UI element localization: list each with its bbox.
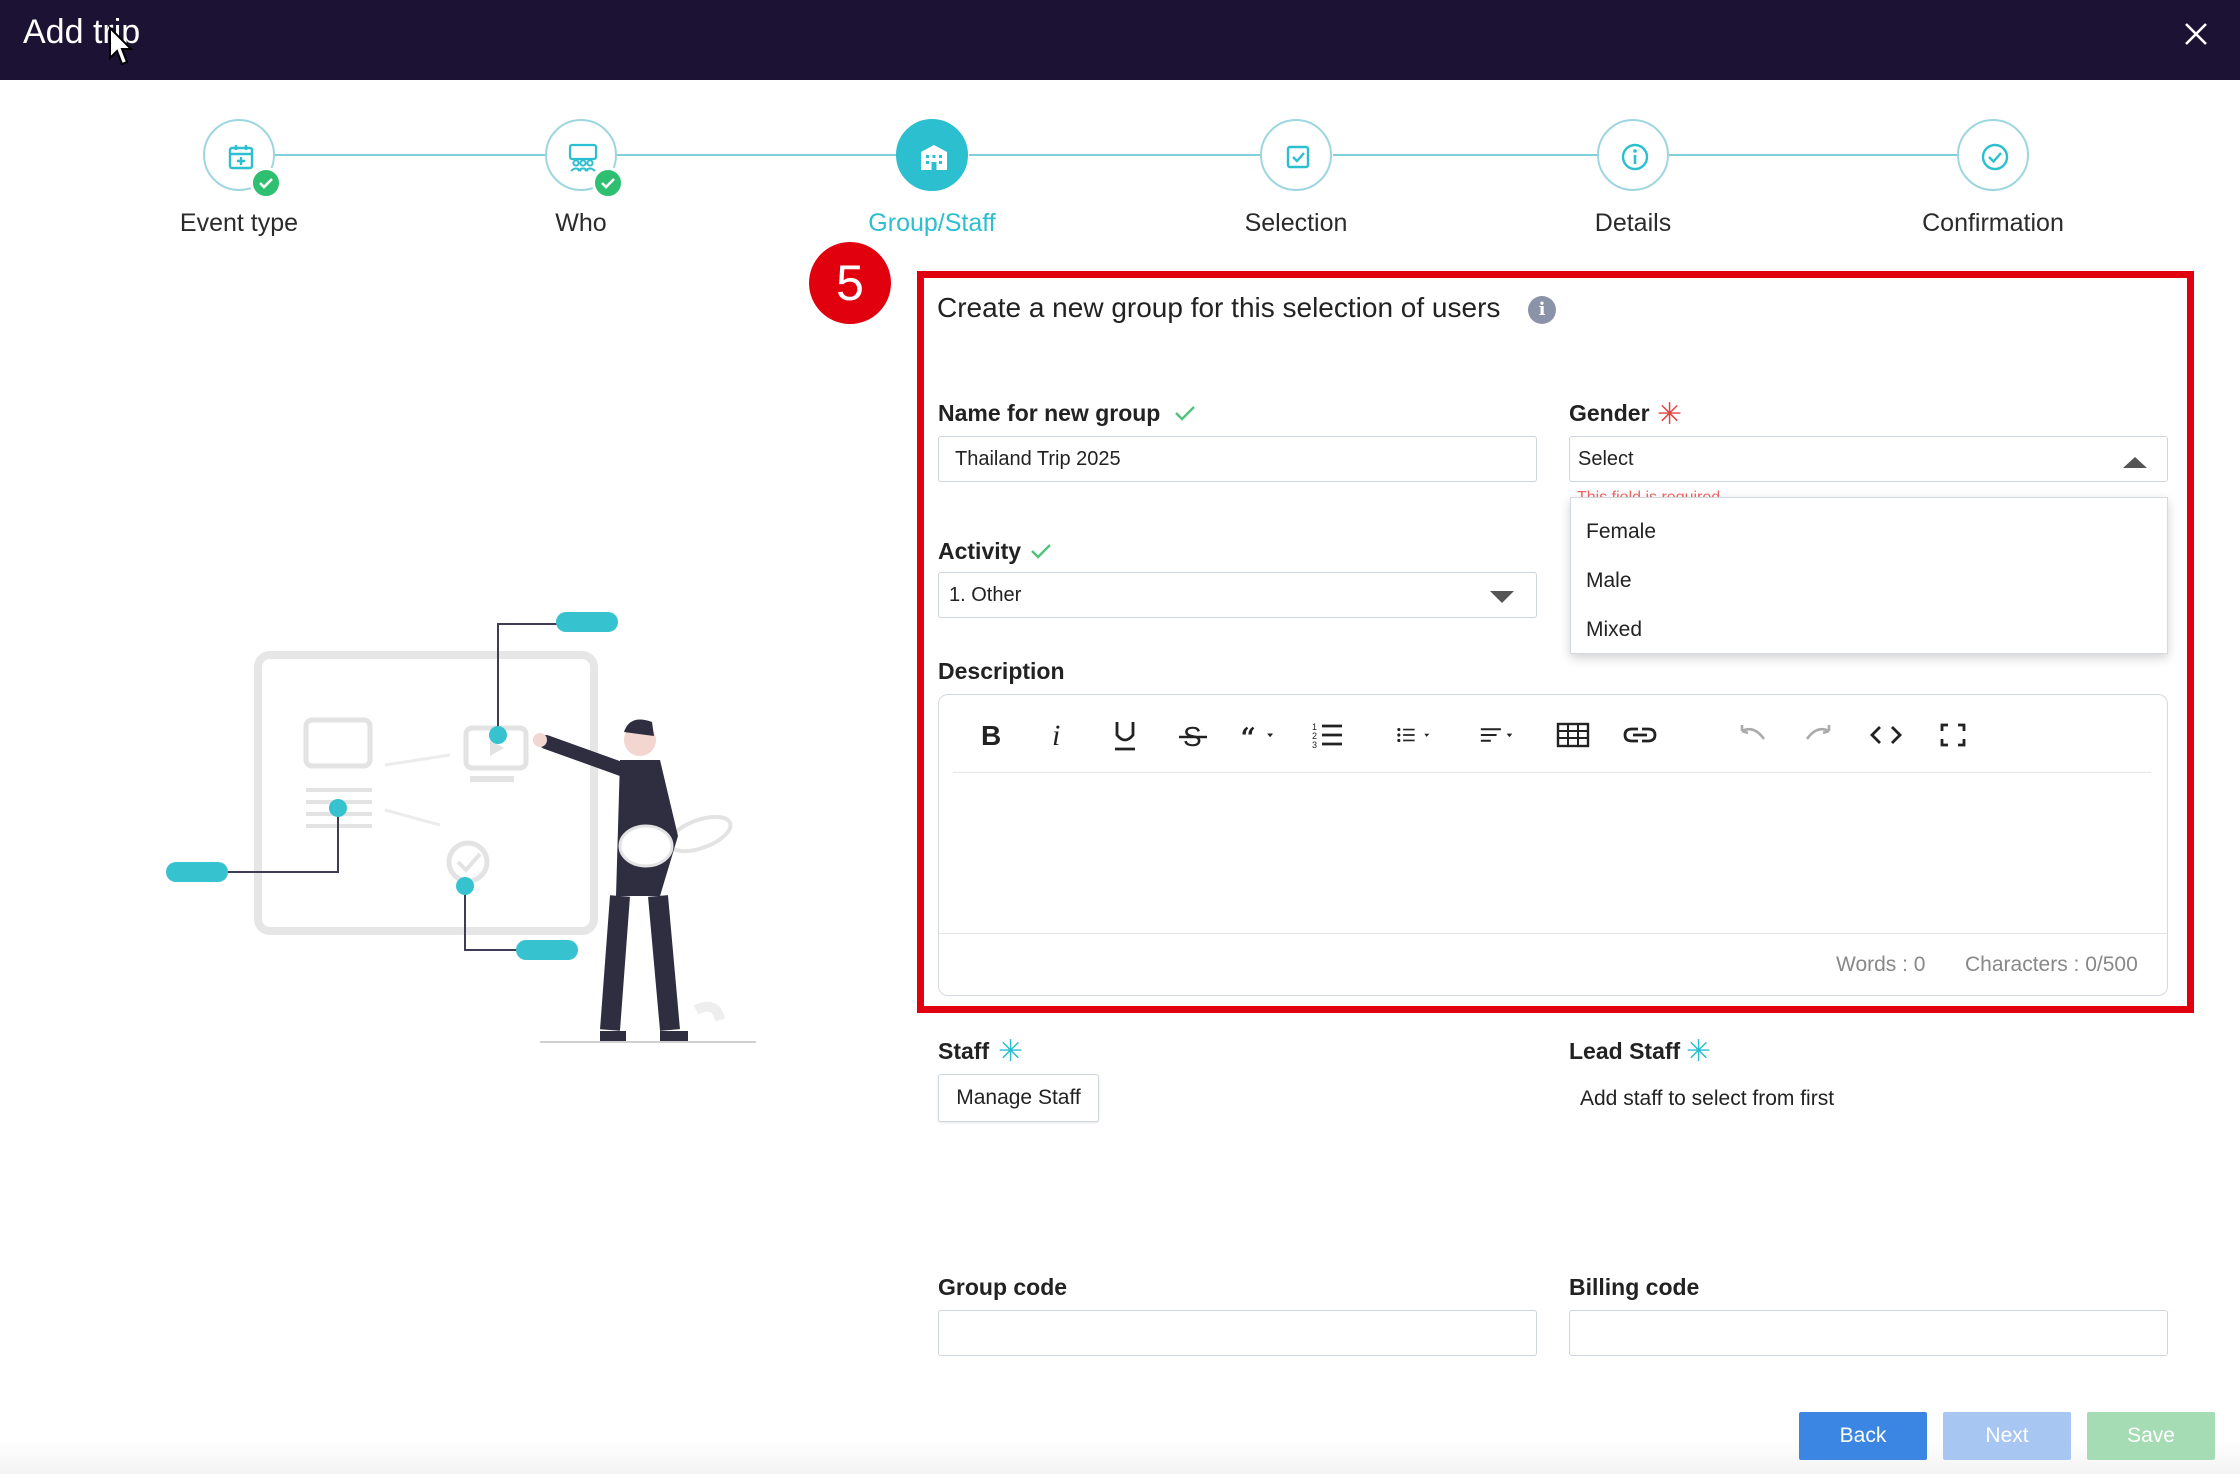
lead-staff-hint: Add staff to select from first xyxy=(1580,1087,1835,1110)
checkbox-icon xyxy=(1260,119,1332,191)
manage-staff-button[interactable]: Manage Staff xyxy=(938,1074,1099,1122)
mouse-cursor-icon xyxy=(108,25,134,68)
info-icon xyxy=(1597,119,1669,191)
svg-text:B: B xyxy=(981,720,1001,751)
gender-select-value: Select xyxy=(1578,448,1634,470)
align-icon[interactable] xyxy=(1478,717,1534,753)
activity-select[interactable]: 1. Other xyxy=(938,572,1537,618)
description-label: Description xyxy=(938,658,1065,684)
step-label: Group/Staff xyxy=(868,209,996,237)
next-button[interactable]: Next xyxy=(1943,1412,2071,1460)
italic-icon[interactable]: i xyxy=(1038,717,1078,753)
link-icon[interactable] xyxy=(1620,717,1660,753)
billing-code-input[interactable] xyxy=(1569,1310,2168,1356)
step-connector xyxy=(969,154,1261,156)
table-icon[interactable] xyxy=(1553,717,1593,753)
ordered-list-icon[interactable]: 123 xyxy=(1308,717,1348,753)
undo-icon[interactable] xyxy=(1732,717,1772,753)
gender-label: Gender xyxy=(1569,400,1650,426)
svg-text:3: 3 xyxy=(1312,740,1317,750)
activity-select-value: 1. Other xyxy=(949,584,1022,606)
step-connector xyxy=(1669,154,1957,156)
bold-icon[interactable]: B xyxy=(970,717,1010,753)
quote-icon[interactable]: “ xyxy=(1239,717,1293,754)
step-connector xyxy=(275,154,545,156)
strikethrough-icon[interactable]: S xyxy=(1173,717,1213,753)
step-label: Event type xyxy=(179,209,299,237)
step-done-check-icon xyxy=(250,167,282,199)
toolbar-divider xyxy=(953,772,2151,773)
group-code-label: Group code xyxy=(938,1274,1068,1300)
required-star-icon: ✳ xyxy=(998,1035,1024,1068)
step-label: Selection xyxy=(1244,209,1348,237)
editor-footer-divider xyxy=(939,933,2167,934)
group-name-input[interactable]: Thailand Trip 2025 xyxy=(938,436,1537,482)
title-bar: Add trip xyxy=(0,0,2240,80)
redo-icon[interactable] xyxy=(1799,717,1839,753)
svg-text:i: i xyxy=(1052,719,1060,752)
lead-staff-label: Lead Staff xyxy=(1569,1038,1681,1064)
trip-illustration xyxy=(160,600,760,1060)
gender-select[interactable]: Select xyxy=(1569,436,2168,482)
activity-label: Activity xyxy=(938,538,1022,564)
step-label: Confirmation xyxy=(1922,209,2064,237)
staff-label: Staff xyxy=(938,1038,990,1064)
bullet-list-icon[interactable] xyxy=(1394,717,1460,753)
save-button[interactable]: Save xyxy=(2087,1412,2215,1460)
billing-code-label: Billing code xyxy=(1569,1274,1700,1300)
step-number-badge: 5 xyxy=(809,242,891,324)
underline-icon[interactable] xyxy=(1105,717,1145,753)
step-connector xyxy=(1333,154,1597,156)
words-count: Words : 0 xyxy=(1836,953,1926,976)
step-connector xyxy=(617,154,897,156)
gender-option[interactable]: Mixed xyxy=(1586,618,1642,642)
required-star-icon: ✳ xyxy=(1657,398,1683,431)
characters-count: Characters : 0/500 xyxy=(1965,953,2138,976)
back-button[interactable]: Back xyxy=(1799,1412,1927,1460)
required-star-icon: ✳ xyxy=(1686,1035,1712,1068)
chevron-up-icon xyxy=(2123,457,2147,468)
group-code-input[interactable] xyxy=(938,1310,1537,1356)
check-circle-icon xyxy=(1957,119,2029,191)
section-title: Create a new group for this selection of… xyxy=(937,292,1501,323)
building-icon xyxy=(896,119,968,191)
gender-option[interactable]: Female xyxy=(1586,520,1656,544)
valid-check-icon xyxy=(1031,544,1051,559)
step-label: Details xyxy=(1594,209,1672,237)
fullscreen-icon[interactable] xyxy=(1933,717,1973,753)
info-icon[interactable]: i xyxy=(1528,296,1556,324)
valid-check-icon xyxy=(1175,406,1195,421)
step-done-check-icon xyxy=(592,167,624,199)
close-icon[interactable] xyxy=(2176,14,2216,54)
description-editor[interactable]: B i S “ 123 Words : 0 Characters : 0/500 xyxy=(938,694,2168,996)
name-label: Name for new group xyxy=(938,400,1161,426)
chevron-down-icon xyxy=(1490,591,1514,603)
gender-option[interactable]: Male xyxy=(1586,569,1632,593)
step-label: Who xyxy=(555,209,607,237)
svg-text:“: “ xyxy=(1240,723,1255,753)
code-view-icon[interactable] xyxy=(1866,717,1906,753)
gender-dropdown: Female Male Mixed xyxy=(1570,497,2168,654)
